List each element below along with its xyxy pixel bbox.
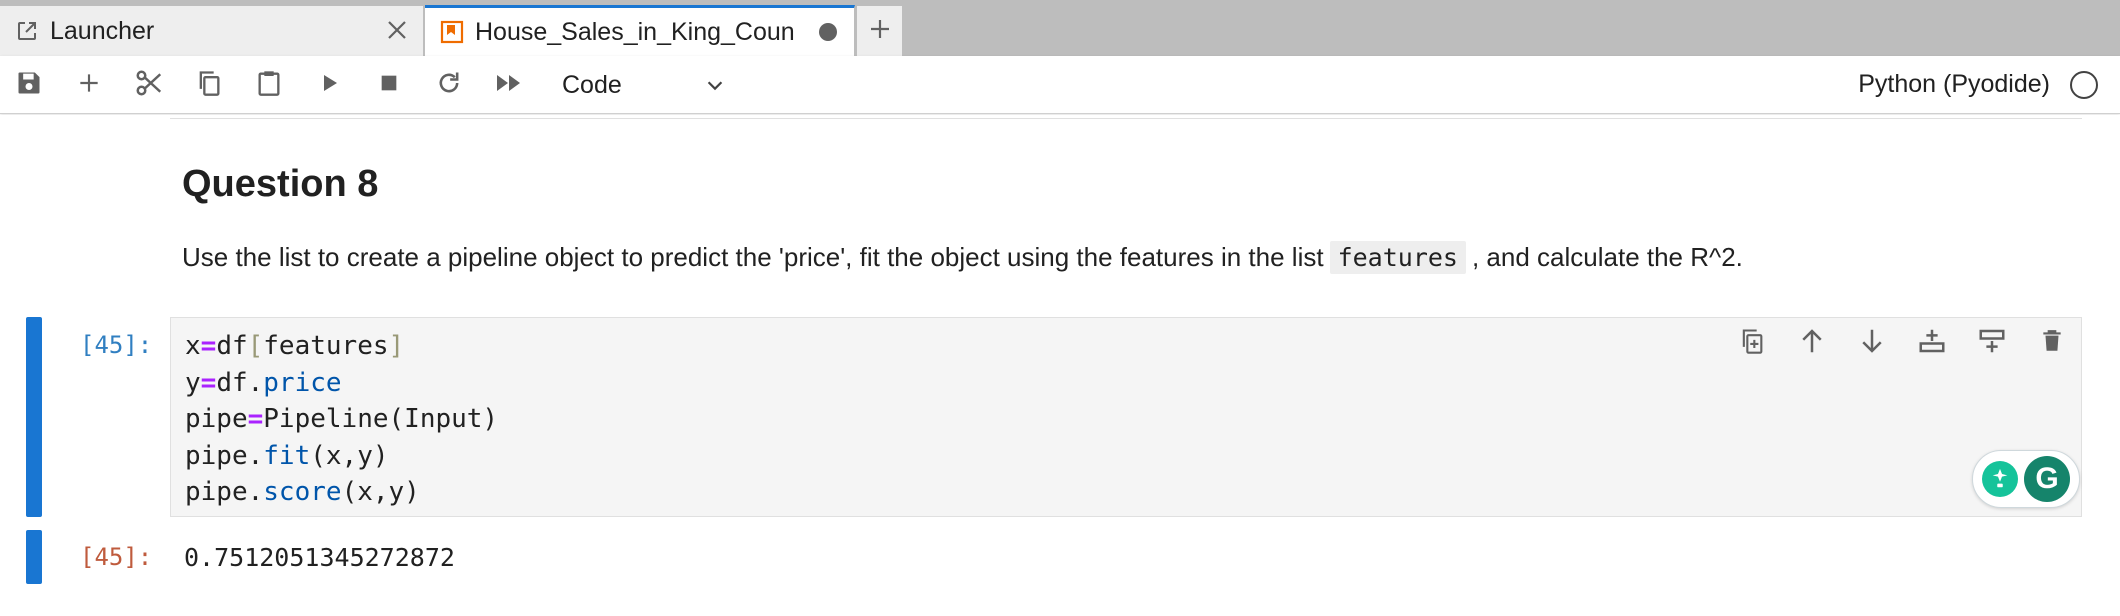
input-collapser[interactable] [26, 317, 42, 517]
code-line: y=df.price [185, 367, 342, 398]
run-icon [317, 71, 341, 100]
plus-icon [868, 17, 892, 46]
inline-code-features: features [1329, 241, 1466, 274]
paragraph-text-after: , and calculate the R^2. [1471, 242, 1743, 272]
paste-icon [255, 69, 283, 102]
stop-icon [378, 72, 400, 99]
delete-cell-button[interactable] [2035, 326, 2069, 360]
code-line: pipe.fit(x,y) [185, 440, 389, 471]
markdown-paragraph: Use the list to create a pipeline object… [182, 241, 1743, 274]
save-icon [15, 69, 43, 102]
insert-below-button[interactable] [1915, 326, 1949, 360]
output-text: 0.7512051345272872 [184, 543, 455, 572]
code-line: x=df[features] [185, 331, 405, 361]
cell-action-toolbar [1735, 326, 2069, 360]
kernel-name[interactable]: Python (Pyodide) [1858, 70, 2050, 99]
cell-type-select[interactable]: Code [552, 66, 728, 104]
copy-icon [195, 69, 223, 102]
output-prompt: [45]: [80, 543, 153, 571]
insert-below-icon [1917, 326, 1947, 361]
tab-label-launcher: Launcher [50, 16, 155, 45]
chevron-down-icon [702, 72, 728, 98]
unsaved-changes-dot[interactable] [816, 20, 840, 44]
input-prompt: [45]: [80, 331, 153, 359]
notebook-icon [439, 19, 465, 45]
scissors-icon [134, 68, 164, 103]
insert-above-button[interactable] [1975, 326, 2009, 360]
duplicate-icon [1738, 327, 1766, 360]
insert-above-icon [1977, 326, 2007, 361]
duplicate-cell-button[interactable] [1735, 326, 1769, 360]
run-button[interactable] [312, 68, 346, 102]
restart-button[interactable] [432, 68, 466, 102]
cut-button[interactable] [132, 68, 166, 102]
move-down-icon [1857, 326, 1887, 361]
cell-type-label: Code [562, 70, 622, 99]
plus-icon [76, 70, 102, 101]
tab-label-notebook: House_Sales_in_King_Coun [475, 17, 795, 46]
move-down-button[interactable] [1855, 326, 1889, 360]
save-button[interactable] [12, 68, 46, 102]
paragraph-text-before: Use the list to create a pipeline object… [182, 242, 1324, 272]
restart-icon [435, 69, 463, 102]
code-text[interactable]: x=df[features] y=df.price pipe=Pipeline(In… [185, 328, 498, 511]
kernel-status-indicator [2070, 71, 2098, 99]
paste-button[interactable] [252, 68, 286, 102]
code-line: pipe.score(x,y) [185, 477, 420, 507]
previous-cell-edge [170, 115, 2082, 119]
insert-cell-button[interactable] [72, 68, 106, 102]
output-collapser[interactable] [26, 530, 42, 584]
grammarly-widget[interactable]: G [1972, 450, 2080, 508]
stop-button[interactable] [372, 68, 406, 102]
notebook-panel: Question 8 Use the list to create a pipe… [0, 115, 2120, 616]
close-icon[interactable] [385, 18, 409, 42]
delete-icon [2039, 327, 2065, 360]
code-line: pipe=Pipeline(Input) [185, 404, 499, 434]
restart-run-all-button[interactable] [492, 68, 526, 102]
move-up-button[interactable] [1795, 326, 1829, 360]
fast-forward-icon [494, 71, 524, 100]
grammarly-logo-icon[interactable]: G [2024, 456, 2070, 502]
tab-notebook[interactable]: House_Sales_in_King_Coun [425, 5, 855, 56]
new-tab-button[interactable] [857, 6, 903, 56]
move-up-icon [1797, 326, 1827, 361]
copy-button[interactable] [192, 68, 226, 102]
lightbulb-icon[interactable] [1982, 461, 2018, 497]
notebook-toolbar: Code Python (Pyodide) [0, 56, 2120, 114]
markdown-heading: Question 8 [182, 163, 379, 205]
tab-launcher[interactable]: Launcher [0, 6, 424, 56]
code-editor[interactable]: x=df[features] y=df.price pipe=Pipeline(In… [170, 317, 2082, 517]
external-link-icon [14, 18, 40, 44]
tab-bar: Launcher House_Sales_in_King_Coun [0, 0, 2120, 56]
